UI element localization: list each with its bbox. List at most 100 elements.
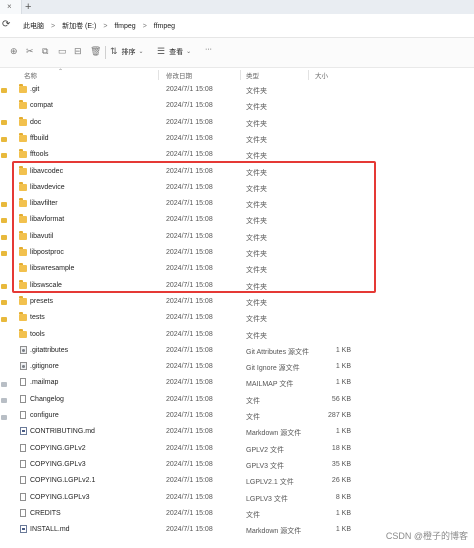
new-tab-icon[interactable]: + [25, 0, 31, 14]
folder-icon [19, 312, 27, 322]
column-divider[interactable] [240, 70, 241, 80]
file-size: 26 KB [331, 477, 351, 485]
settings-file-icon [20, 345, 27, 354]
file-name: CONTRIBUTING.md [30, 428, 95, 436]
list-item[interactable]: COPYING.LGPLv2.1 2024/7/1 15:08 LGPLV2.1 文… [0, 473, 474, 489]
file-type: LGPLV3 文件 [246, 495, 288, 503]
delete-icon[interactable]: 🗑 [90, 46, 101, 57]
chevron-down-icon: ⌄ [138, 49, 144, 55]
file-name: .git [30, 86, 40, 93]
breadcrumb-item[interactable]: ffmpeg [111, 23, 138, 30]
breadcrumb-item[interactable]: 新加卷 (E:) [59, 21, 99, 31]
file-icon [20, 443, 26, 452]
highlight-box [12, 161, 376, 293]
modified-date: 2024/7/1 15:08 [166, 379, 213, 387]
file-name: ffbuild [30, 134, 49, 142]
column-divider[interactable] [158, 70, 159, 80]
modified-date: 2024/7/1 15:08 [166, 102, 213, 110]
folder-icon [19, 328, 27, 338]
list-item[interactable]: Changelog 2024/7/1 15:08 文件 56 KB [0, 392, 474, 408]
file-type: Git Ignore 源文件 [246, 365, 300, 373]
modified-date: 2024/7/1 15:08 [166, 493, 213, 501]
command-bar: ⊕ ✂ ⧉ ▭ ⊟ 🗑 ⇅ 排序 ⌄ ☰ 查看 ⌄ ··· [0, 38, 474, 68]
list-item[interactable]: .git 2024/7/1 15:08 文件夹 [0, 82, 474, 98]
copy-icon[interactable]: ⧉ [42, 46, 48, 57]
browser-tab[interactable]: × [0, 0, 22, 14]
column-header-date[interactable]: 修改日期 [166, 70, 192, 80]
view-label: 查看 [169, 48, 184, 56]
rename-icon[interactable]: ⊟ [74, 46, 82, 57]
file-icon [20, 508, 26, 517]
file-size: 56 KB [331, 395, 351, 403]
paste-icon[interactable]: ▭ [58, 46, 67, 57]
file-type: LGPLV2.1 文件 [246, 479, 294, 487]
column-divider[interactable] [308, 70, 309, 80]
file-type: MAILMAP 文件 [246, 381, 294, 389]
list-item[interactable]: tools 2024/7/1 15:08 文件夹 [0, 327, 474, 343]
list-item[interactable]: tests 2024/7/1 15:08 文件夹 [0, 310, 474, 326]
modified-date: 2024/7/1 15:08 [166, 118, 213, 126]
file-name: COPYING.LGPLv2.1 [30, 477, 96, 485]
folder-icon [19, 132, 27, 142]
breadcrumb[interactable]: 此电脑 > 新加卷 (E:) > ffmpeg > ffmpeg [20, 14, 178, 38]
list-item[interactable]: .mailmap 2024/7/1 15:08 MAILMAP 文件 1 KB [0, 375, 474, 391]
file-type: 文件 [246, 397, 260, 405]
list-item[interactable]: COPYING.GPLv3 2024/7/1 15:08 GPLV3 文件 35 KB [0, 457, 474, 473]
list-item[interactable]: presets 2024/7/1 15:08 文件夹 [0, 294, 474, 310]
column-header-name[interactable]: 名称 [24, 70, 37, 80]
settings-file-icon [20, 362, 27, 371]
file-type: 文件夹 [246, 299, 267, 307]
sort-ascending-icon: ⌃ [58, 69, 64, 75]
close-tab-icon[interactable]: × [7, 2, 12, 11]
more-options-button[interactable]: ··· [205, 46, 212, 53]
column-header-size[interactable]: 大小 [315, 70, 328, 80]
list-item[interactable]: ffbuild 2024/7/1 15:08 文件夹 [0, 131, 474, 147]
file-name: presets [30, 297, 53, 305]
file-type: Git Attributes 源文件 [246, 348, 310, 356]
list-item[interactable]: CREDITS 2024/7/1 15:08 文件 1 KB [0, 506, 474, 522]
modified-date: 2024/7/1 15:08 [166, 314, 213, 322]
breadcrumb-item[interactable]: 此电脑 [20, 21, 47, 31]
file-name: .gitignore [30, 363, 59, 371]
folder-icon [19, 84, 27, 93]
list-item[interactable]: .gitignore 2024/7/1 15:08 Git Ignore 源文件 1 … [0, 359, 474, 375]
list-item[interactable]: configure 2024/7/1 15:08 文件 287 KB [0, 408, 474, 424]
refresh-icon[interactable]: ⟳ [2, 19, 10, 30]
file-type: 文件夹 [246, 136, 267, 144]
column-header-type[interactable]: 类型 [246, 70, 259, 80]
modified-date: 2024/7/1 15:08 [166, 460, 213, 468]
folder-icon [19, 149, 27, 159]
new-icon[interactable]: ⊕ [10, 46, 18, 57]
file-name: Changelog [30, 395, 64, 403]
file-size: 8 KB [335, 493, 351, 501]
list-item[interactable]: COPYING.LGPLv3 2024/7/1 15:08 LGPLV3 文件 8 K… [0, 490, 474, 506]
list-item[interactable]: .gitattributes 2024/7/1 15:08 Git Attribut… [0, 343, 474, 359]
file-name: fftools [30, 151, 49, 159]
file-name: doc [30, 118, 42, 126]
file-type: Markdown 源文件 [246, 528, 302, 536]
file-type: 文件夹 [246, 120, 267, 128]
file-type: 文件 [246, 511, 260, 519]
file-size: 18 KB [331, 444, 351, 452]
list-item[interactable]: compat 2024/7/1 15:08 文件夹 [0, 98, 474, 114]
view-button[interactable]: ☰ 查看 ⌄ [157, 46, 191, 57]
file-type: GPLV3 文件 [246, 462, 284, 470]
list-item[interactable]: CONTRIBUTING.md 2024/7/1 15:08 Markdown 源文… [0, 424, 474, 440]
view-icon: ☰ [157, 46, 166, 56]
file-name: configure [30, 412, 59, 419]
folder-icon [19, 295, 27, 305]
column-header-row: ⌃ 名称 修改日期 类型 大小 [0, 68, 474, 82]
breadcrumb-item[interactable]: ffmpeg [151, 23, 178, 30]
cut-icon[interactable]: ✂ [26, 46, 34, 57]
file-size: 35 KB [331, 460, 351, 468]
file-size: 1 KB [335, 379, 351, 387]
file-size: 1 KB [335, 428, 351, 436]
list-item[interactable]: COPYING.GPLv2 2024/7/1 15:08 GPLV2 文件 18 KB [0, 441, 474, 457]
list-item[interactable]: doc 2024/7/1 15:08 文件夹 [0, 115, 474, 131]
sort-button[interactable]: ⇅ 排序 ⌄ [110, 46, 144, 57]
folder-icon [19, 116, 27, 126]
modified-date: 2024/7/1 15:08 [166, 412, 213, 419]
modified-date: 2024/7/1 15:08 [166, 395, 213, 403]
file-name: compat [30, 102, 53, 110]
address-bar: ⟳ 此电脑 > 新加卷 (E:) > ffmpeg > ffmpeg [0, 14, 474, 38]
